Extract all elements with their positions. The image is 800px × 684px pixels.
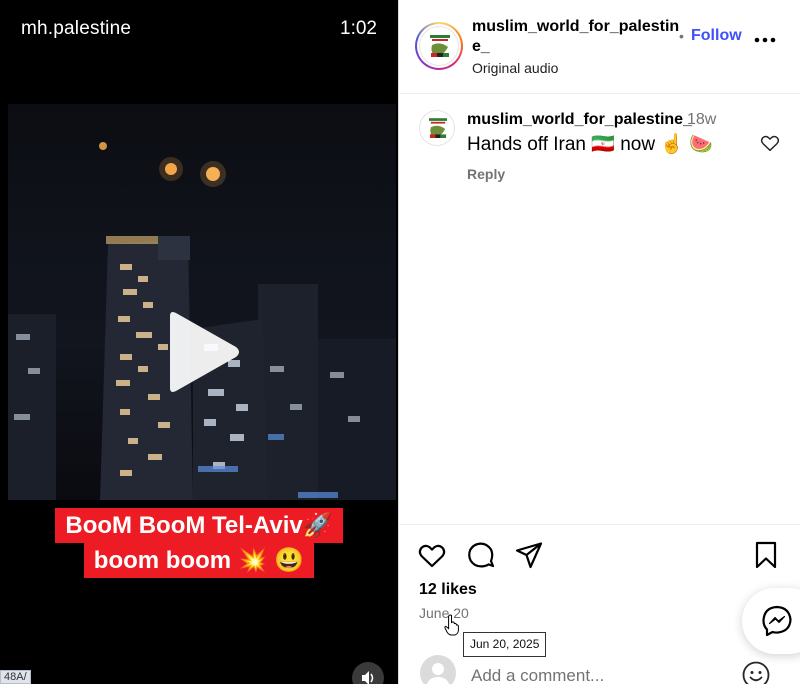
more-icon[interactable] <box>753 34 777 46</box>
comment-item: muslim_world_for_palestine_ 18w Hands of… <box>399 100 800 190</box>
url-badge: 48A/ <box>0 670 31 684</box>
post-side-pane: muslim_world_for_palestine_ Original aud… <box>398 0 800 684</box>
video-timestamp: 1:02 <box>340 18 377 39</box>
video-frame <box>8 104 396 500</box>
bookmark-icon[interactable] <box>751 540 781 570</box>
heart-icon[interactable] <box>417 540 447 570</box>
avatar-logo-icon <box>429 118 447 138</box>
video-top-bar <box>0 0 398 104</box>
volume-button[interactable] <box>352 662 384 684</box>
likes-count[interactable]: 12 likes <box>419 581 477 599</box>
separator-dot: • <box>679 28 684 44</box>
comment-text: Hands off Iran 🇮🇷 now ☝️ 🍉 <box>467 134 713 155</box>
video-channel-name: mh.palestine <box>21 18 132 39</box>
user-silhouette-icon <box>426 663 450 684</box>
caption-line-2: boom boom 💥 😃 <box>83 543 315 578</box>
volume-icon <box>362 671 374 684</box>
add-comment-input[interactable] <box>471 662 711 684</box>
reply-button[interactable]: Reply <box>467 166 505 182</box>
comment-avatar[interactable] <box>419 110 455 146</box>
messenger-icon <box>762 605 792 637</box>
heart-icon[interactable] <box>759 132 781 154</box>
avatar-logo-icon <box>430 35 450 57</box>
date-tooltip: Jun 20, 2025 <box>463 632 547 657</box>
comment-time: 18w <box>687 111 717 128</box>
current-user-avatar <box>420 655 456 684</box>
video-player[interactable]: mh.palestine 1:02 BooM BooM Tel-Aviv🚀 bo… <box>0 0 398 684</box>
actions-divider <box>399 524 800 525</box>
video-caption: BooM BooM Tel-Aviv🚀 boom boom 💥 😃 <box>0 508 398 578</box>
play-icon[interactable] <box>162 310 242 394</box>
follow-button[interactable]: Follow <box>691 27 742 45</box>
comment-icon[interactable] <box>466 540 496 570</box>
messenger-button[interactable] <box>742 588 800 654</box>
author-username[interactable]: muslim_world_for_palestine_ <box>472 17 680 57</box>
night-city-scene <box>8 142 396 500</box>
hand-cursor-icon <box>444 614 459 636</box>
emoji-icon[interactable] <box>741 660 771 684</box>
share-icon[interactable] <box>514 540 544 570</box>
post-header: muslim_world_for_palestine_ Original aud… <box>399 0 800 94</box>
audio-label[interactable]: Original audio <box>472 60 558 76</box>
comment-username[interactable]: muslim_world_for_palestine_ <box>467 111 692 129</box>
author-avatar[interactable] <box>415 22 463 70</box>
caption-line-1: BooM BooM Tel-Aviv🚀 <box>55 508 343 543</box>
